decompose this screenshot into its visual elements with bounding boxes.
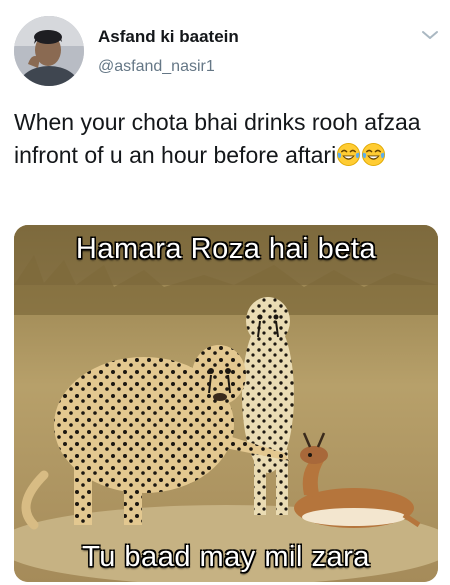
- meme-caption-bottom: Tu baad may mil zara: [82, 541, 370, 573]
- tweet-text: When your chota bhai drinks rooh afzaa i…: [14, 106, 442, 172]
- cheetahs-with-gazelle-image: [14, 225, 438, 582]
- user-handle[interactable]: @asfand_nasir1: [98, 58, 215, 76]
- tweet-header: Asfand ki baatein @asfand_nasir1: [0, 0, 450, 90]
- face-with-tears-of-joy-icon: [336, 142, 361, 167]
- meme-caption-top: Hamara Roza hai beta: [75, 233, 377, 265]
- tweet-media-image[interactable]: Hamara Roza hai beta Tu baad may mil zar…: [14, 225, 438, 582]
- display-name[interactable]: Asfand ki baatein: [98, 27, 239, 47]
- user-avatar-photo-icon: [14, 16, 84, 86]
- chevron-down-icon[interactable]: [420, 28, 440, 42]
- avatar[interactable]: [14, 16, 84, 86]
- face-with-tears-of-joy-icon: [361, 142, 386, 167]
